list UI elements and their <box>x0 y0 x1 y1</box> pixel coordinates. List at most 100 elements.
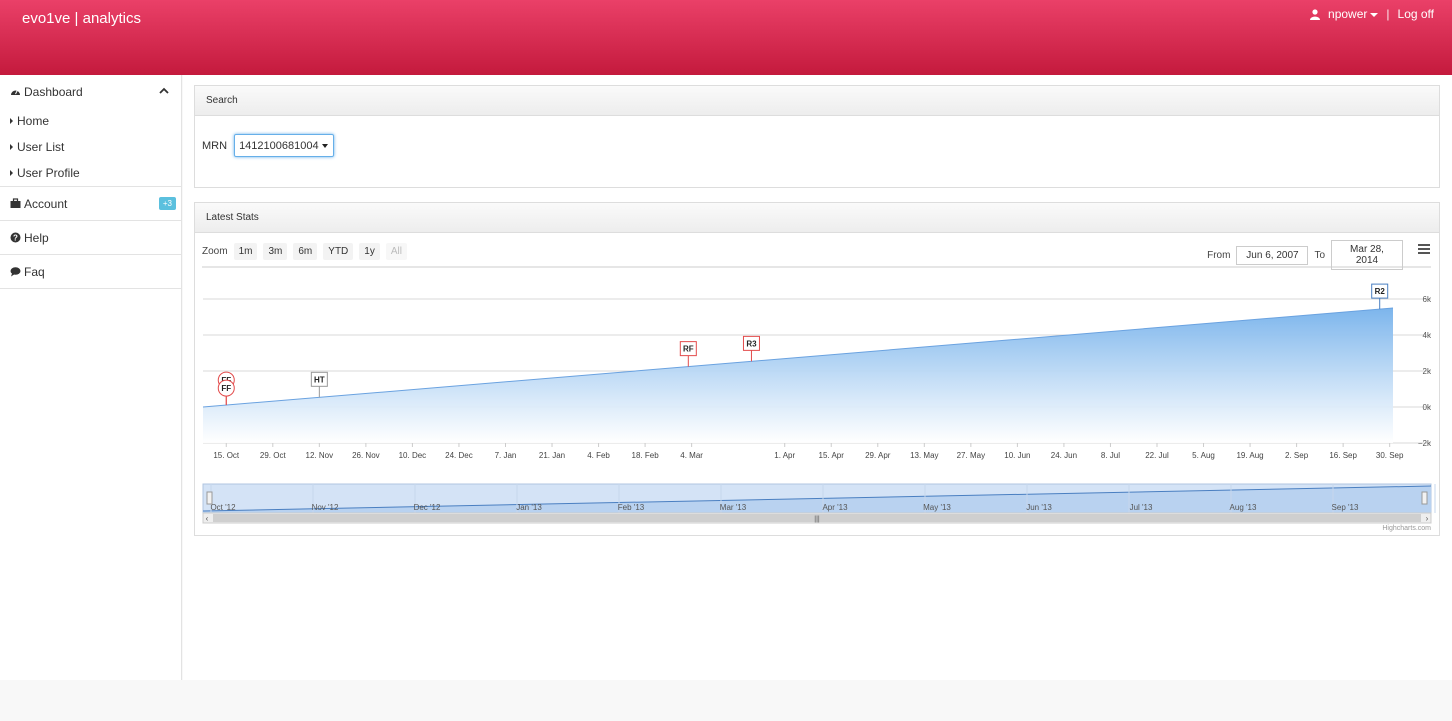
stats-panel: Latest Stats Zoom 1m 3m 6m YTD 1y All Fr… <box>194 202 1440 536</box>
chevron-up-icon[interactable] <box>159 87 169 94</box>
search-panel: Search MRN 1412100681004 <box>194 85 1440 188</box>
sidebar-item-label: Dashboard <box>24 84 83 99</box>
highcharts-credit[interactable]: Highcharts.com <box>1382 525 1431 532</box>
navigator-label: Jan '13 <box>516 503 542 512</box>
sidebar-item-user-list[interactable]: User List <box>0 134 181 160</box>
sidebar-item-user-profile[interactable]: User Profile <box>0 160 181 186</box>
sidebar-section-faq: Faq <box>0 255 181 289</box>
caret-right-icon <box>10 118 13 124</box>
y-tick-label: 4k <box>1423 331 1432 340</box>
scroll-right-arrow-icon: › <box>1426 514 1429 523</box>
x-tick-label: 1. Apr <box>774 451 795 460</box>
x-tick-label: 8. Jul <box>1101 451 1120 460</box>
sidebar-item-help[interactable]: ? Help <box>0 221 181 254</box>
x-tick-label: 13. May <box>910 451 938 460</box>
navigator-label: Oct '12 <box>210 503 236 512</box>
mrn-selected-value: 1412100681004 <box>239 139 319 152</box>
navigator-left-handle <box>206 491 213 505</box>
sidebar-item-label: User List <box>17 140 65 154</box>
brand-title[interactable]: evo1ve | analytics <box>22 10 141 27</box>
x-tick-label: 5. Aug <box>1192 451 1215 460</box>
sidebar: Dashboard Home User List User Profile Ac… <box>0 75 182 680</box>
stats-chart: 6k 4k 2k 0k −2k 15. Oct 29. Oct 12. Nov 26. Nov… <box>202 266 1439 524</box>
sidebar-section-help: ? Help <box>0 221 181 255</box>
x-tick-label: 18. Feb <box>632 451 660 460</box>
notification-badge: +3 <box>158 197 176 210</box>
navigator-label: Apr '13 <box>822 503 848 512</box>
x-tick-label: 15. Apr <box>819 451 845 460</box>
x-tick-label: 4. Feb <box>587 451 610 460</box>
username-dropdown[interactable]: npower <box>1328 7 1379 21</box>
scroll-left-arrow-icon: ‹ <box>206 514 209 523</box>
flag-label: R3 <box>746 339 757 348</box>
x-tick-label: 7. Jan <box>495 451 517 460</box>
comment-icon <box>10 267 21 277</box>
scrollbar-grip-icon: ||| <box>814 516 820 523</box>
sidebar-section-dashboard: Dashboard Home User List User Profile <box>0 75 181 187</box>
dropdown-arrow-icon <box>322 144 329 148</box>
navigator-label: Mar '13 <box>720 503 747 512</box>
navigator-label: Jul '13 <box>1130 503 1153 512</box>
stats-panel-title: Latest Stats <box>195 203 1439 233</box>
y-tick-label: 6k <box>1423 295 1432 304</box>
x-tick-label: 12. Nov <box>306 451 334 460</box>
mrn-select[interactable]: 1412100681004 <box>234 134 335 157</box>
sidebar-item-label: Account <box>24 196 68 211</box>
flag-label: RF <box>683 345 694 354</box>
navigator-label: Jun '13 <box>1026 503 1052 512</box>
navigator-label: Aug '13 <box>1230 503 1257 512</box>
navigator-label: Nov '12 <box>312 503 339 512</box>
dashboard-icon <box>11 89 20 95</box>
navigator-label: Dec '12 <box>414 503 441 512</box>
x-tick-label: 10. Dec <box>399 451 427 460</box>
briefcase-icon <box>10 198 21 208</box>
user-menu: npower | Log off <box>1310 7 1434 21</box>
footer-strip <box>0 680 1452 721</box>
x-tick-label: 29. Apr <box>865 451 891 460</box>
navigator-label: May '13 <box>923 503 951 512</box>
y-tick-label: 0k <box>1423 403 1432 412</box>
flag-label: FF <box>221 384 231 393</box>
username-label: npower <box>1328 7 1368 21</box>
flag-label: HT <box>314 375 325 384</box>
x-tick-label: 29. Oct <box>260 451 287 460</box>
sidebar-item-label: Help <box>24 230 49 245</box>
x-tick-label: 15. Oct <box>213 451 240 460</box>
sidebar-item-account[interactable]: Account +3 <box>0 187 181 220</box>
y-tick-label: 2k <box>1423 367 1432 376</box>
flag-label: R2 <box>1375 287 1386 296</box>
caret-right-icon <box>10 144 13 150</box>
header-bar: evo1ve | analytics npower | Log off <box>0 0 1452 75</box>
x-tick-label: 2. Sep <box>1285 451 1309 460</box>
x-tick-label: 26. Nov <box>352 451 380 460</box>
logout-link[interactable]: Log off <box>1398 7 1434 21</box>
question-circle-icon: ? <box>10 232 21 243</box>
x-tick-label: 21. Jan <box>539 451 565 460</box>
x-tick-label: 24. Dec <box>445 451 473 460</box>
navigator-label: Sep '13 <box>1332 503 1359 512</box>
series-area <box>203 308 1393 443</box>
x-tick-label: 19. Aug <box>1236 451 1263 460</box>
navigator-label: Feb '13 <box>618 503 645 512</box>
sidebar-item-home[interactable]: Home <box>0 108 181 134</box>
sidebar-item-label: Faq <box>24 264 45 279</box>
caret-right-icon <box>10 170 13 176</box>
sidebar-item-dashboard[interactable]: Dashboard <box>0 75 181 108</box>
mrn-row: MRN 1412100681004 <box>202 134 335 157</box>
user-icon <box>1310 8 1321 20</box>
mrn-label: MRN <box>202 139 228 152</box>
x-tick-label: 16. Sep <box>1329 451 1357 460</box>
navigator-right-handle <box>1421 491 1428 505</box>
x-tick-label: 30. Sep <box>1376 451 1404 460</box>
sidebar-item-faq[interactable]: Faq <box>0 255 181 288</box>
x-tick-label: 24. Jun <box>1051 451 1077 460</box>
sidebar-item-label: User Profile <box>17 166 80 180</box>
x-tick-label: 27. May <box>957 451 985 460</box>
x-tick-label: 10. Jun <box>1004 451 1030 460</box>
x-tick-label: 22. Jul <box>1145 451 1169 460</box>
sidebar-item-label: Home <box>17 114 50 128</box>
x-tick-label: 4. Mar <box>680 451 703 460</box>
chevron-down-icon <box>1370 12 1379 17</box>
search-panel-title: Search <box>195 86 1439 116</box>
y-tick-label: −2k <box>1418 439 1432 448</box>
